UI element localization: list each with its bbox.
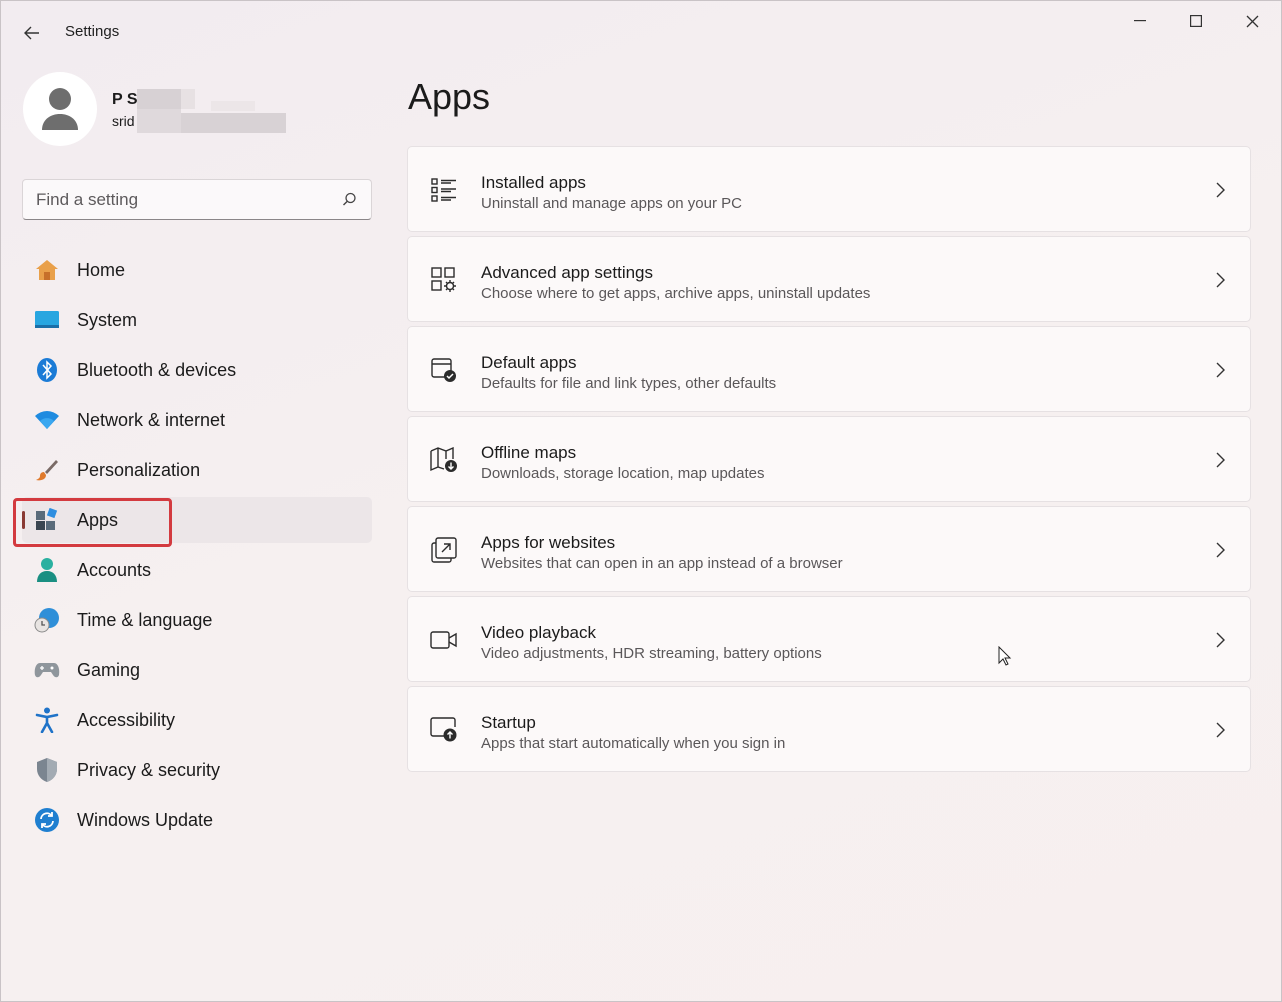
card-title: Apps for websites bbox=[481, 533, 616, 552]
search-box[interactable] bbox=[22, 179, 372, 220]
user-name: P S bbox=[112, 91, 138, 108]
open-in-app-icon bbox=[430, 536, 458, 564]
chevron-right-icon bbox=[1210, 630, 1230, 650]
back-arrow-icon bbox=[24, 26, 39, 40]
card-title: Offline maps bbox=[481, 443, 577, 462]
sidebar-item-system[interactable]: System bbox=[22, 297, 372, 343]
update-icon bbox=[34, 808, 60, 832]
default-apps-icon bbox=[430, 356, 458, 384]
card-description: Video adjustments, HDR streaming, batter… bbox=[481, 645, 822, 662]
card-description: Defaults for file and link types, other … bbox=[481, 375, 777, 392]
sidebar-item-privacy[interactable]: Privacy & security bbox=[22, 747, 372, 793]
list-icon bbox=[430, 176, 458, 204]
sidebar-item-home[interactable]: Home bbox=[22, 247, 372, 293]
back-button[interactable] bbox=[17, 21, 47, 45]
page-title: Apps bbox=[408, 76, 491, 117]
account-icon bbox=[34, 558, 60, 582]
chevron-right-icon bbox=[1210, 270, 1230, 290]
card-title: Default apps bbox=[481, 353, 577, 372]
chevron-right-icon bbox=[1210, 540, 1230, 560]
sidebar-item-label: Gaming bbox=[77, 659, 141, 680]
card-default-apps[interactable]: Default apps Defaults for file and link … bbox=[407, 326, 1251, 412]
card-description: Downloads, storage location, map updates bbox=[481, 465, 765, 482]
sidebar-item-apps[interactable]: Apps bbox=[22, 497, 372, 543]
home-icon bbox=[34, 258, 60, 282]
clock-globe-icon bbox=[34, 608, 60, 633]
chevron-right-icon bbox=[1210, 450, 1230, 470]
shield-icon bbox=[34, 758, 60, 782]
card-startup[interactable]: Startup Apps that start automatically wh… bbox=[407, 686, 1251, 772]
card-installed-apps[interactable]: Installed apps Uninstall and manage apps… bbox=[407, 146, 1251, 232]
sidebar-item-bluetooth[interactable]: Bluetooth & devices bbox=[22, 347, 372, 393]
chevron-right-icon bbox=[1210, 360, 1230, 380]
card-apps-for-websites[interactable]: Apps for websites Websites that can open… bbox=[407, 506, 1251, 592]
sidebar-item-label: Network & internet bbox=[77, 409, 226, 430]
card-description: Apps that start automatically when you s… bbox=[481, 735, 786, 752]
map-download-icon bbox=[430, 446, 458, 474]
wifi-icon bbox=[34, 408, 60, 432]
video-icon bbox=[430, 626, 458, 654]
startup-icon bbox=[430, 716, 458, 744]
bluetooth-icon bbox=[34, 358, 60, 382]
sidebar-item-label: Accounts bbox=[77, 559, 152, 580]
sidebar-item-label: Personalization bbox=[77, 459, 201, 480]
card-video-playback[interactable]: Video playback Video adjustments, HDR st… bbox=[407, 596, 1251, 682]
sidebar-item-personalization[interactable]: Personalization bbox=[22, 447, 372, 493]
app-settings-icon bbox=[430, 266, 458, 294]
brush-icon bbox=[34, 458, 60, 482]
sidebar-item-accounts[interactable]: Accounts bbox=[22, 547, 372, 593]
search-icon[interactable] bbox=[340, 191, 358, 209]
sidebar-item-label: Apps bbox=[77, 509, 119, 530]
window-title: Settings bbox=[65, 23, 120, 40]
chevron-right-icon bbox=[1210, 180, 1230, 200]
sidebar-item-label: Accessibility bbox=[77, 709, 176, 730]
card-title: Advanced app settings bbox=[481, 263, 654, 282]
card-description: Websites that can open in an app instead… bbox=[481, 555, 843, 572]
settings-card-list: Installed apps Uninstall and manage apps… bbox=[407, 146, 1251, 776]
sidebar-nav: Home System Bluetooth & devices Network … bbox=[22, 247, 372, 847]
selection-indicator bbox=[22, 511, 25, 529]
sidebar-item-label: Home bbox=[77, 259, 126, 280]
accessibility-icon bbox=[34, 707, 60, 733]
system-icon bbox=[34, 308, 60, 332]
card-title: Installed apps bbox=[481, 173, 586, 192]
maximize-icon bbox=[1189, 15, 1202, 27]
sidebar-item-gaming[interactable]: Gaming bbox=[22, 647, 372, 693]
sidebar-item-label: System bbox=[77, 309, 138, 330]
avatar[interactable] bbox=[23, 72, 97, 146]
settings-window: Settings P S srid Find a setting Home Sy… bbox=[0, 0, 1282, 1002]
mouse-cursor-icon bbox=[998, 646, 1012, 666]
gamepad-icon bbox=[34, 658, 60, 682]
user-email: srid bbox=[112, 113, 135, 129]
close-button[interactable] bbox=[1224, 1, 1281, 41]
minimize-button[interactable] bbox=[1111, 1, 1168, 41]
search-input[interactable] bbox=[36, 189, 340, 210]
card-title: Startup bbox=[481, 713, 536, 732]
sidebar-item-label: Windows Update bbox=[77, 809, 214, 830]
apps-icon bbox=[34, 508, 60, 532]
sidebar-item-label: Time & language bbox=[77, 609, 213, 630]
sidebar-item-windows-update[interactable]: Windows Update bbox=[22, 797, 372, 843]
card-offline-maps[interactable]: Offline maps Downloads, storage location… bbox=[407, 416, 1251, 502]
card-advanced-app-settings[interactable]: Advanced app settings Choose where to ge… bbox=[407, 236, 1251, 322]
sidebar-item-label: Bluetooth & devices bbox=[77, 359, 237, 380]
chevron-right-icon bbox=[1210, 720, 1230, 740]
user-icon bbox=[42, 88, 78, 130]
maximize-button[interactable] bbox=[1167, 1, 1224, 41]
minimize-icon bbox=[1133, 20, 1146, 22]
card-description: Uninstall and manage apps on your PC bbox=[481, 195, 742, 212]
close-icon bbox=[1246, 15, 1259, 27]
card-description: Choose where to get apps, archive apps, … bbox=[481, 285, 871, 302]
sidebar-item-network[interactable]: Network & internet bbox=[22, 397, 372, 443]
sidebar-item-accessibility[interactable]: Accessibility bbox=[22, 697, 372, 743]
sidebar-item-label: Privacy & security bbox=[77, 759, 221, 780]
sidebar-item-time-language[interactable]: Time & language bbox=[22, 597, 372, 643]
title-bar: Settings bbox=[1, 1, 1281, 63]
card-title: Video playback bbox=[481, 623, 596, 642]
